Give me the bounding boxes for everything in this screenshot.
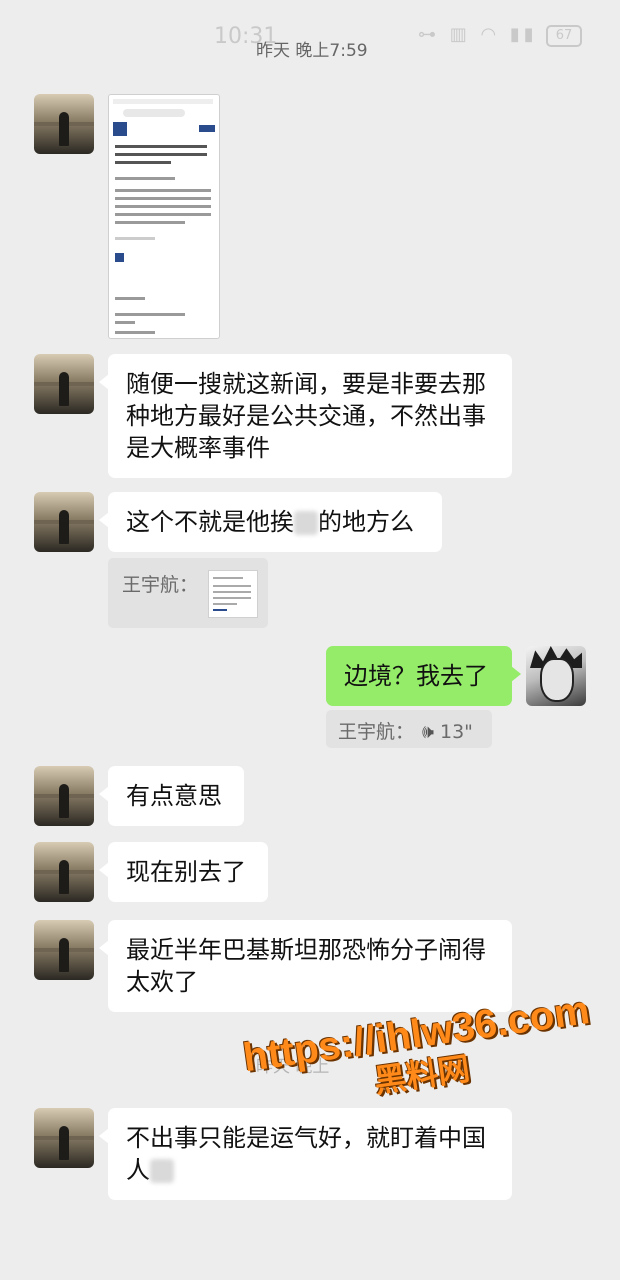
contact-avatar[interactable] xyxy=(34,94,94,154)
contact-avatar[interactable] xyxy=(34,842,94,902)
contact-avatar[interactable] xyxy=(34,492,94,552)
message-text: 不出事只能是运气好，就盯着中国人 xyxy=(126,1124,486,1184)
message-bubble[interactable]: 有点意思 xyxy=(99,766,244,826)
chat-screen: 10:31 昨天 晚上7:59 ⊶ ▥ ◠ ▮▮ 67 随便一搜就这新闻，要是非… xyxy=(0,0,620,1280)
message-text: 的地方么 xyxy=(318,508,414,536)
voice-duration: 13" xyxy=(440,721,473,743)
contact-avatar[interactable] xyxy=(34,1108,94,1168)
message-bubble[interactable]: 随便一搜就这新闻，要是非要去那种地方最好是公共交通，不然出事是大概率事件 xyxy=(99,354,512,478)
message-text: 这个不就是他挨 xyxy=(126,508,294,536)
status-bar: 10:31 昨天 晚上7:59 ⊶ ▥ ◠ ▮▮ 67 xyxy=(0,0,620,72)
quoted-voice-message[interactable]: 王宇航： 🕪 13" xyxy=(326,710,492,748)
censored-blur xyxy=(150,1159,174,1183)
message-text: 随便一搜就这新闻，要是非要去那种地方最好是公共交通，不然出事是大概率事件 xyxy=(126,370,486,462)
contact-avatar[interactable] xyxy=(34,354,94,414)
news-screenshot-image[interactable] xyxy=(108,94,220,339)
contact-avatar[interactable] xyxy=(34,766,94,826)
message-bubble[interactable]: 最近半年巴基斯坦那恐怖分子闹得太欢了 xyxy=(99,920,512,1012)
message-text: 边境？我去了 xyxy=(344,662,488,690)
message-bubble[interactable]: 现在别去了 xyxy=(99,842,268,902)
signal-icons: ⊶ ▥ ◠ ▮▮ xyxy=(418,24,538,45)
date-divider: 昨天 晚上7:59 xyxy=(256,41,368,61)
message-bubble[interactable]: 这个不就是他挨 的地方么 xyxy=(99,492,442,552)
my-avatar[interactable] xyxy=(526,646,586,706)
message-text: 现在别去了 xyxy=(126,858,246,886)
quote-author: 王宇航： xyxy=(122,574,199,596)
quote-author: 王宇航： xyxy=(338,721,415,743)
voice-icon: 🕪 xyxy=(422,721,434,743)
battery-icon: 67 xyxy=(546,25,582,47)
message-text: 最近半年巴基斯坦那恐怖分子闹得太欢了 xyxy=(126,936,486,996)
censored-blur xyxy=(294,511,318,535)
message-bubble[interactable]: 不出事只能是运气好，就盯着中国人 xyxy=(99,1108,512,1200)
message-text: 有点意思 xyxy=(126,782,222,810)
contact-avatar[interactable] xyxy=(34,920,94,980)
my-message-bubble[interactable]: 边境？我去了 xyxy=(326,646,521,706)
quoted-image-thumbnail[interactable] xyxy=(208,570,258,618)
